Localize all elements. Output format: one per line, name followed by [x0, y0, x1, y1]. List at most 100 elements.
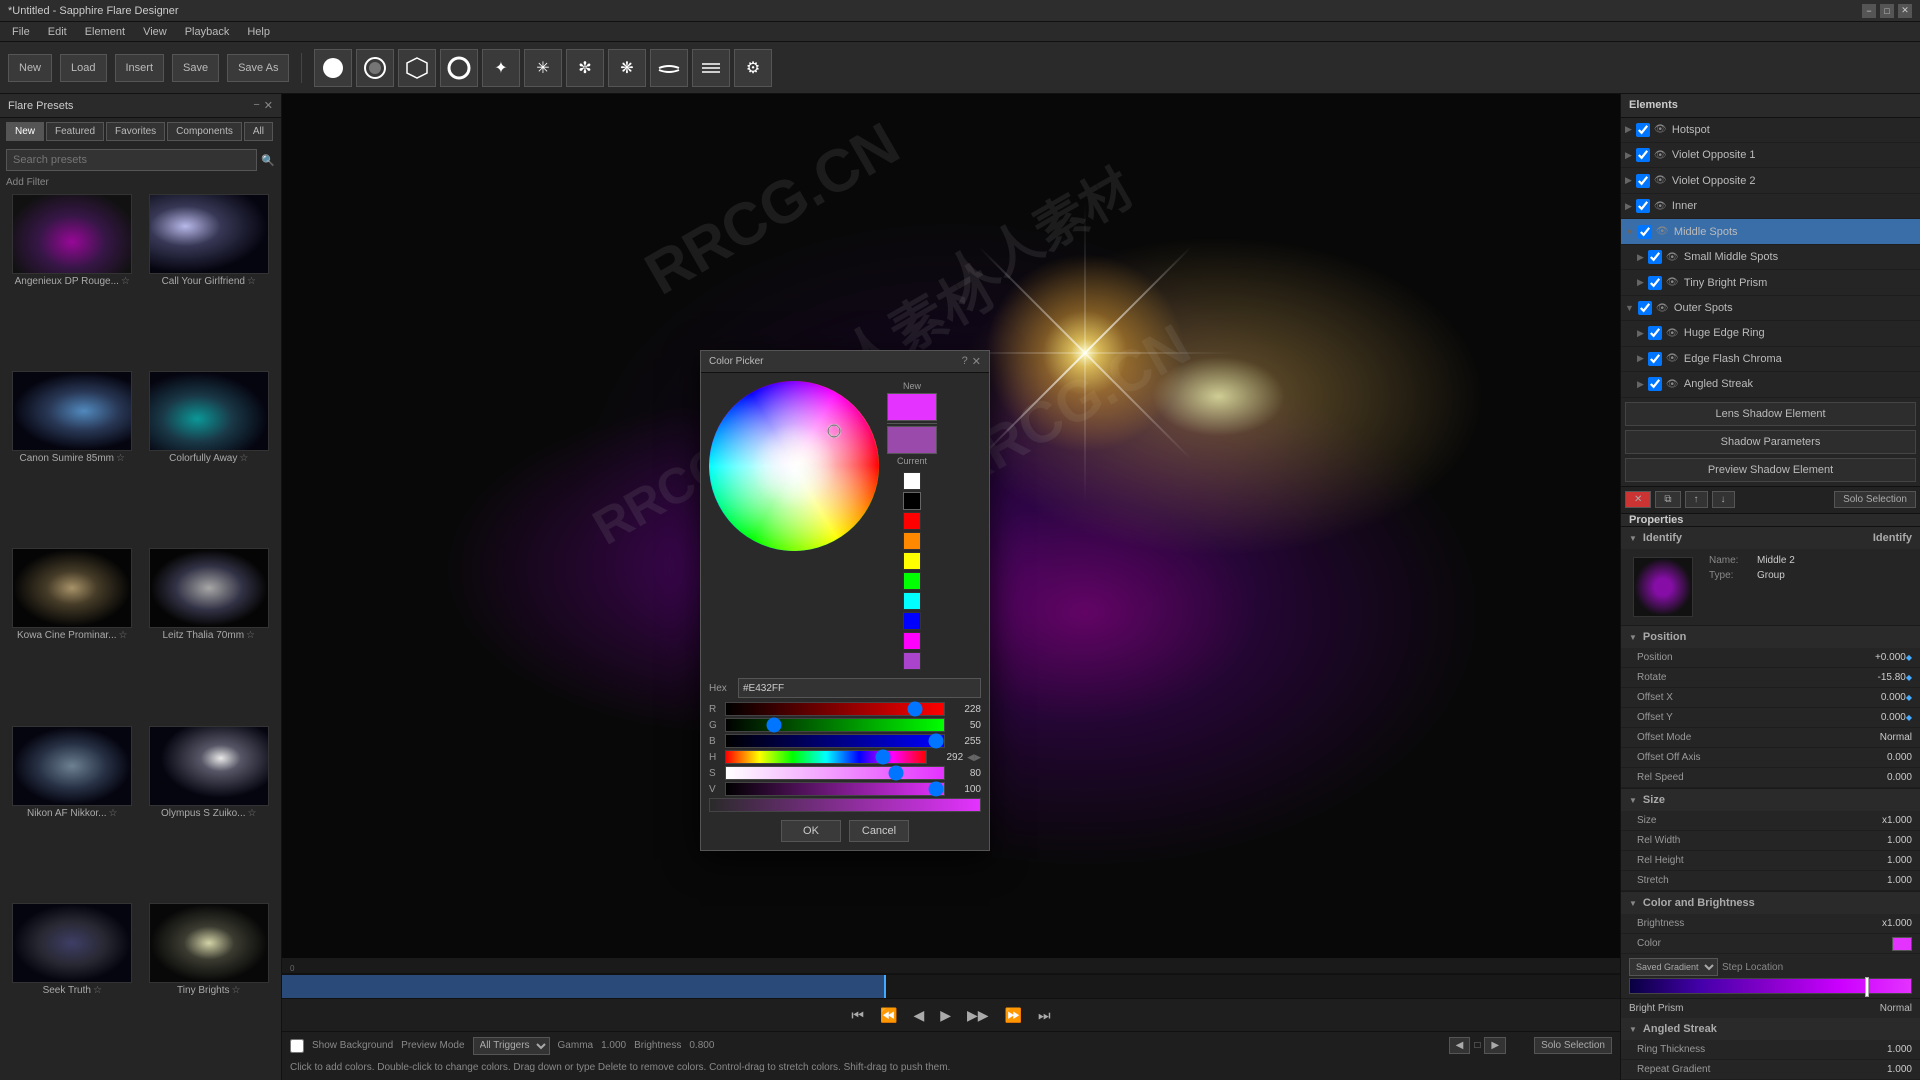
shape-asterisk[interactable]: ❋ [608, 49, 646, 87]
element-middle-spots[interactable]: ▼ 👁 Middle Spots [1621, 219, 1920, 244]
close-button[interactable]: ✕ [1898, 4, 1912, 18]
element-inner[interactable]: ▶ 👁 Inner [1621, 194, 1920, 219]
eye-icon[interactable]: 👁 [1654, 150, 1668, 161]
element-checkbox[interactable] [1636, 148, 1650, 162]
menu-file[interactable]: File [4, 24, 38, 40]
shape-circle-glow[interactable] [356, 49, 394, 87]
swatch-magenta[interactable] [903, 632, 921, 650]
preset-angenieux[interactable]: Angenieux DP Rouge... ☆ [6, 194, 139, 367]
menu-view[interactable]: View [135, 24, 175, 40]
element-checkbox[interactable] [1638, 225, 1652, 239]
position-section-header[interactable]: ▼ Position [1621, 626, 1920, 648]
elem-copy-btn[interactable]: ⧉ [1655, 491, 1680, 508]
swatch-blue[interactable] [903, 612, 921, 630]
swatch-cyan[interactable] [903, 592, 921, 610]
h-arrow[interactable]: ◀▶ [967, 752, 981, 763]
tab-all[interactable]: All [244, 122, 273, 141]
skip-to-start-button[interactable]: ⏮ [847, 1005, 868, 1026]
element-edge-flash-chroma[interactable]: ▶ 👁 Edge Flash Chroma [1621, 347, 1920, 372]
keyframe-icon[interactable]: ◆ [1906, 673, 1912, 682]
color-ok-btn[interactable]: OK [781, 820, 841, 842]
h-slider[interactable] [725, 750, 927, 764]
preset-seek-truth[interactable]: Seek Truth ☆ [6, 903, 139, 1076]
next-frame-button[interactable]: ⏩ [1001, 1005, 1026, 1026]
color-picker-close-btn[interactable]: ✕ [972, 355, 981, 368]
preset-colorfully-away[interactable]: Colorfully Away ☆ [143, 371, 276, 544]
step-back-button[interactable]: ◀ [909, 1005, 928, 1026]
identify-section-header[interactable]: ▼ Identify Identify [1621, 527, 1920, 549]
preset-call-girlfriend[interactable]: Call Your Girlfriend ☆ [143, 194, 276, 367]
triggers-select[interactable]: All Triggers [473, 1037, 550, 1055]
step-forward-button[interactable]: ▶▶ [963, 1005, 993, 1026]
identify-btn[interactable]: Identify [1873, 532, 1912, 544]
element-tiny-bright-prism[interactable]: ▶ 👁 Tiny Bright Prism [1621, 270, 1920, 295]
s-slider[interactable] [725, 766, 945, 780]
element-checkbox[interactable] [1648, 326, 1662, 340]
elem-delete-btn[interactable]: ✕ [1625, 491, 1651, 508]
color-picker-titlebar[interactable]: Color Picker ? ✕ [701, 351, 989, 373]
tab-components[interactable]: Components [167, 122, 242, 141]
star-icon[interactable]: ☆ [119, 630, 128, 641]
star-icon[interactable]: ☆ [248, 808, 257, 819]
element-checkbox[interactable] [1636, 123, 1650, 137]
search-icon[interactable]: 🔍 [261, 154, 275, 167]
eye-icon[interactable]: 👁 [1666, 353, 1680, 364]
minimize-button[interactable]: − [1862, 4, 1876, 18]
lens-shadow-element-btn[interactable]: Lens Shadow Element [1625, 402, 1916, 426]
frame-nav-right[interactable]: ▶ [1484, 1037, 1506, 1054]
element-checkbox[interactable] [1648, 352, 1662, 366]
shape-streak[interactable] [650, 49, 688, 87]
keyframe-icon[interactable]: ◆ [1906, 693, 1912, 702]
save-as-button[interactable]: Save As [227, 54, 289, 82]
element-checkbox[interactable] [1648, 377, 1662, 391]
eye-icon[interactable]: 👁 [1656, 303, 1670, 314]
size-section-header[interactable]: ▼ Size [1621, 789, 1920, 811]
color-swatch[interactable] [1892, 937, 1912, 951]
star-icon[interactable]: ☆ [116, 453, 125, 464]
swatch-yellow[interactable] [903, 552, 921, 570]
preset-kowa[interactable]: Kowa Cine Prominar... ☆ [6, 548, 139, 721]
element-violet-opp-1[interactable]: ▶ 👁 Violet Opposite 1 [1621, 143, 1920, 168]
shape-hexagon[interactable] [398, 49, 436, 87]
element-violet-opp-2[interactable]: ▶ 👁 Violet Opposite 2 [1621, 168, 1920, 193]
element-outer-spots[interactable]: ▼ 👁 Outer Spots [1621, 296, 1920, 321]
star-icon[interactable]: ☆ [231, 985, 240, 996]
star-icon[interactable]: ☆ [93, 985, 102, 996]
eye-icon[interactable]: 👁 [1654, 201, 1668, 212]
star-icon[interactable]: ☆ [247, 276, 256, 287]
search-input[interactable] [6, 149, 257, 171]
panel-close-btn[interactable]: ✕ [264, 99, 273, 112]
settings-button[interactable]: ⚙ [734, 49, 772, 87]
swatch-black[interactable] [903, 492, 921, 510]
new-color-swatch[interactable] [887, 393, 937, 421]
frame-nav-left[interactable]: ◀ [1449, 1037, 1471, 1054]
eye-icon[interactable]: 👁 [1656, 226, 1670, 237]
preset-tiny-brights[interactable]: Tiny Brights ☆ [143, 903, 276, 1076]
shape-circle-solid[interactable] [314, 49, 352, 87]
save-button[interactable]: Save [172, 54, 219, 82]
keyframe-icon[interactable]: ◆ [1906, 653, 1912, 662]
menu-playback[interactable]: Playback [177, 24, 238, 40]
element-checkbox[interactable] [1648, 250, 1662, 264]
solo-selection-elem-btn[interactable]: Solo Selection [1834, 491, 1916, 508]
skip-to-end-button[interactable]: ⏭ [1034, 1005, 1055, 1026]
gradient-bar[interactable] [1629, 978, 1912, 994]
shape-sparkle[interactable]: ✦ [482, 49, 520, 87]
preset-canon-sumire[interactable]: Canon Sumire 85mm ☆ [6, 371, 139, 544]
solo-selection-btn[interactable]: Solo Selection [1534, 1037, 1612, 1054]
element-small-middle[interactable]: ▶ 👁 Small Middle Spots [1621, 245, 1920, 270]
tab-new[interactable]: New [6, 122, 44, 141]
panel-minimize-btn[interactable]: − [253, 99, 259, 112]
eye-icon[interactable]: 👁 [1654, 124, 1668, 135]
tab-favorites[interactable]: Favorites [106, 122, 165, 141]
b-slider[interactable] [725, 734, 945, 748]
star-icon[interactable]: ☆ [121, 276, 130, 287]
element-checkbox[interactable] [1636, 174, 1650, 188]
star-icon[interactable]: ☆ [239, 453, 248, 464]
insert-button[interactable]: Insert [115, 54, 165, 82]
shape-lines[interactable] [692, 49, 730, 87]
shadow-parameters-btn[interactable]: Shadow Parameters [1625, 430, 1916, 454]
menu-help[interactable]: Help [239, 24, 278, 40]
color-wheel[interactable] [709, 381, 879, 551]
menu-element[interactable]: Element [77, 24, 133, 40]
